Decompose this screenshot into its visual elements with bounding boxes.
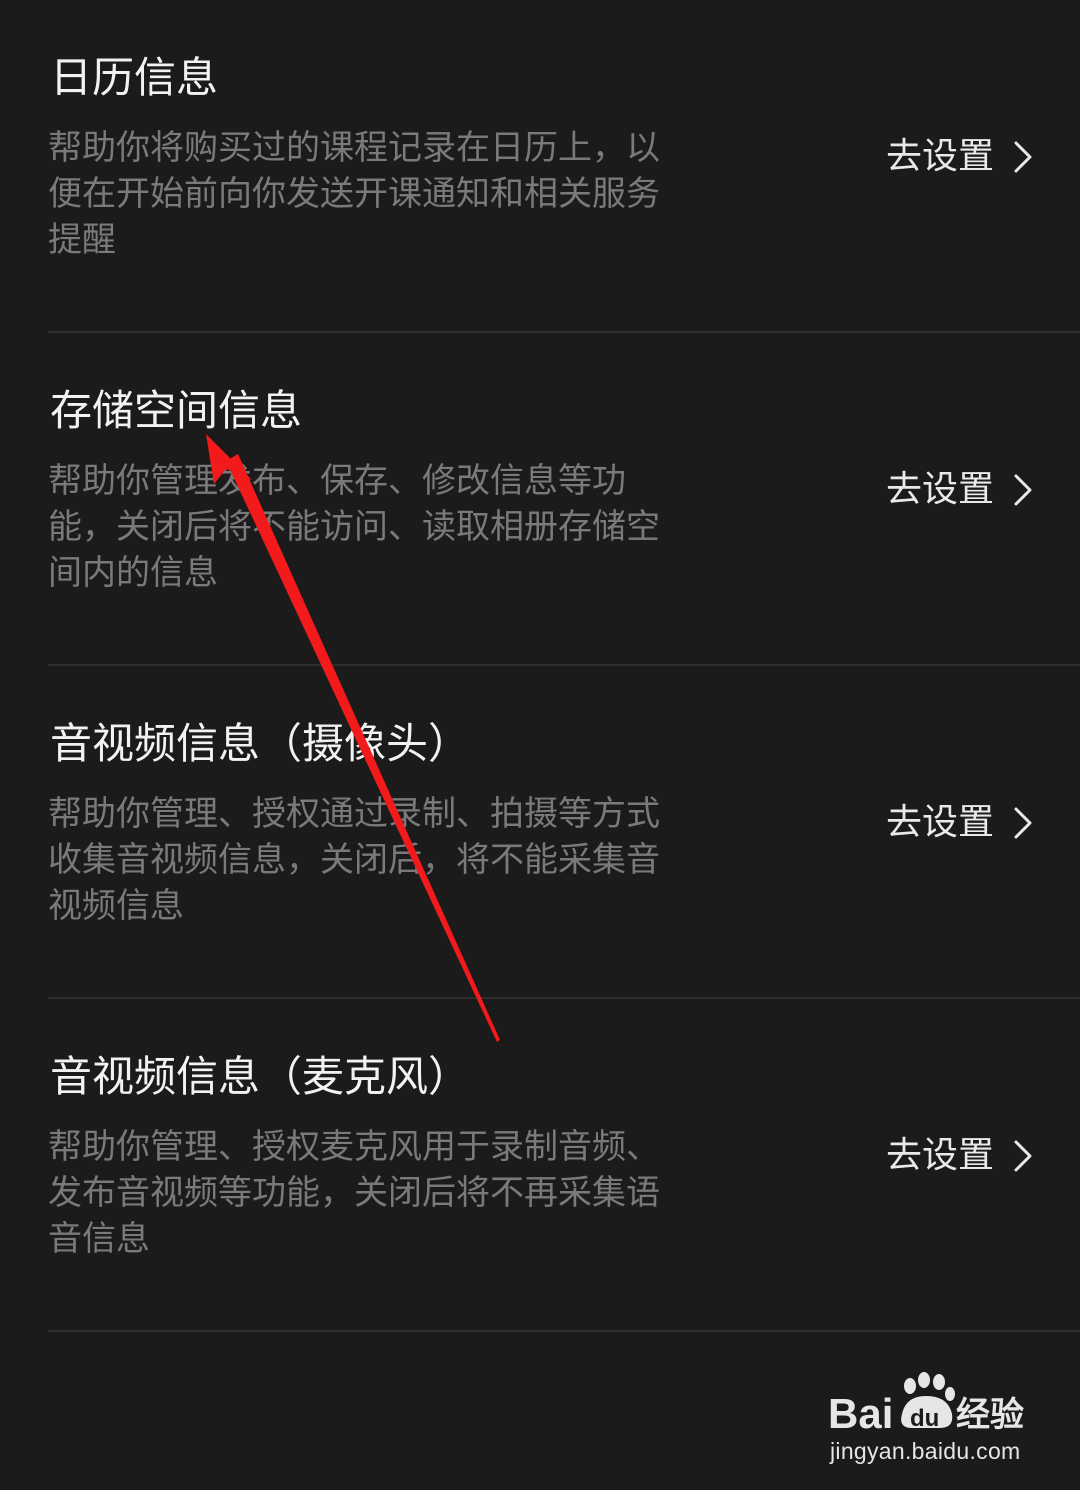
- description-line: 音信息: [48, 1219, 150, 1259]
- go-settings-button[interactable]: 去设置: [886, 465, 1036, 515]
- section-title: 日历信息: [50, 53, 219, 102]
- section-description: 帮助你管理、授权通过录制、拍摄等方式 收集音视频信息，关闭后，将不能采集音 视频…: [48, 791, 753, 929]
- description-line: 帮助你将购买过的课程记录在日历上，以: [48, 128, 660, 168]
- chevron-right-icon: [1014, 1140, 1032, 1172]
- go-settings-button[interactable]: 去设置: [886, 798, 1036, 848]
- section-description: 帮助你管理、授权麦克风用于录制音频、 发布音视频等功能，关闭后将不再采集语 音信…: [48, 1124, 753, 1262]
- description-line: 视频信息: [48, 886, 184, 926]
- permission-item-calendar: 日历信息 帮助你将购买过的课程记录在日历上，以 便在开始前向你发送开课通知和相关…: [48, 0, 1080, 333]
- section-description: 帮助你管理发布、保存、修改信息等功 能，关闭后将不能访问、读取相册存储空 间内的…: [48, 458, 753, 596]
- go-settings-button[interactable]: 去设置: [886, 1131, 1036, 1181]
- chevron-right-icon: [1014, 141, 1032, 173]
- description-line: 便在开始前向你发送开课通知和相关服务: [48, 174, 660, 214]
- description-line: 帮助你管理、授权麦克风用于录制音频、: [48, 1127, 660, 1167]
- svg-text:du: du: [910, 1405, 939, 1432]
- section-title: 存储空间信息: [50, 386, 303, 435]
- watermark-url: jingyan.baidu.com: [830, 1438, 1021, 1464]
- description-line: 帮助你管理、授权通过录制、拍摄等方式: [48, 794, 660, 834]
- permission-item-camera: 音视频信息（摄像头） 帮助你管理、授权通过录制、拍摄等方式 收集音视频信息，关闭…: [48, 666, 1080, 999]
- svg-text:Bai: Bai: [828, 1390, 893, 1436]
- go-settings-label: 去设置: [885, 136, 994, 177]
- baidu-jingyan-watermark: Bai du 经验 jingyan.baidu.com: [828, 1372, 1038, 1472]
- description-line: 提醒: [48, 220, 116, 260]
- section-title: 音视频信息（麦克风）: [50, 1052, 471, 1101]
- permission-item-storage: 存储空间信息 帮助你管理发布、保存、修改信息等功 能，关闭后将不能访问、读取相册…: [48, 333, 1080, 666]
- go-settings-label: 去设置: [885, 469, 994, 510]
- section-title: 音视频信息（摄像头）: [50, 719, 471, 768]
- description-line: 间内的信息: [48, 553, 218, 593]
- description-line: 能，关闭后将不能访问、读取相册存储空: [48, 507, 660, 547]
- description-line: 帮助你管理发布、保存、修改信息等功: [48, 461, 626, 501]
- description-line: 发布音视频等功能，关闭后将不再采集语: [48, 1173, 660, 1213]
- section-description: 帮助你将购买过的课程记录在日历上，以 便在开始前向你发送开课通知和相关服务 提醒: [48, 125, 753, 263]
- chevron-right-icon: [1014, 474, 1032, 506]
- go-settings-label: 去设置: [885, 1135, 994, 1176]
- permission-item-microphone: 音视频信息（麦克风） 帮助你管理、授权麦克风用于录制音频、 发布音视频等功能，关…: [48, 999, 1080, 1332]
- description-line: 收集音视频信息，关闭后，将不能采集音: [48, 840, 660, 880]
- svg-text:经验: 经验: [956, 1395, 1024, 1435]
- baidu-jingyan-logo: Bai du 经验: [828, 1372, 1024, 1436]
- chevron-right-icon: [1014, 807, 1032, 839]
- go-settings-button[interactable]: 去设置: [886, 132, 1036, 182]
- go-settings-label: 去设置: [885, 802, 994, 843]
